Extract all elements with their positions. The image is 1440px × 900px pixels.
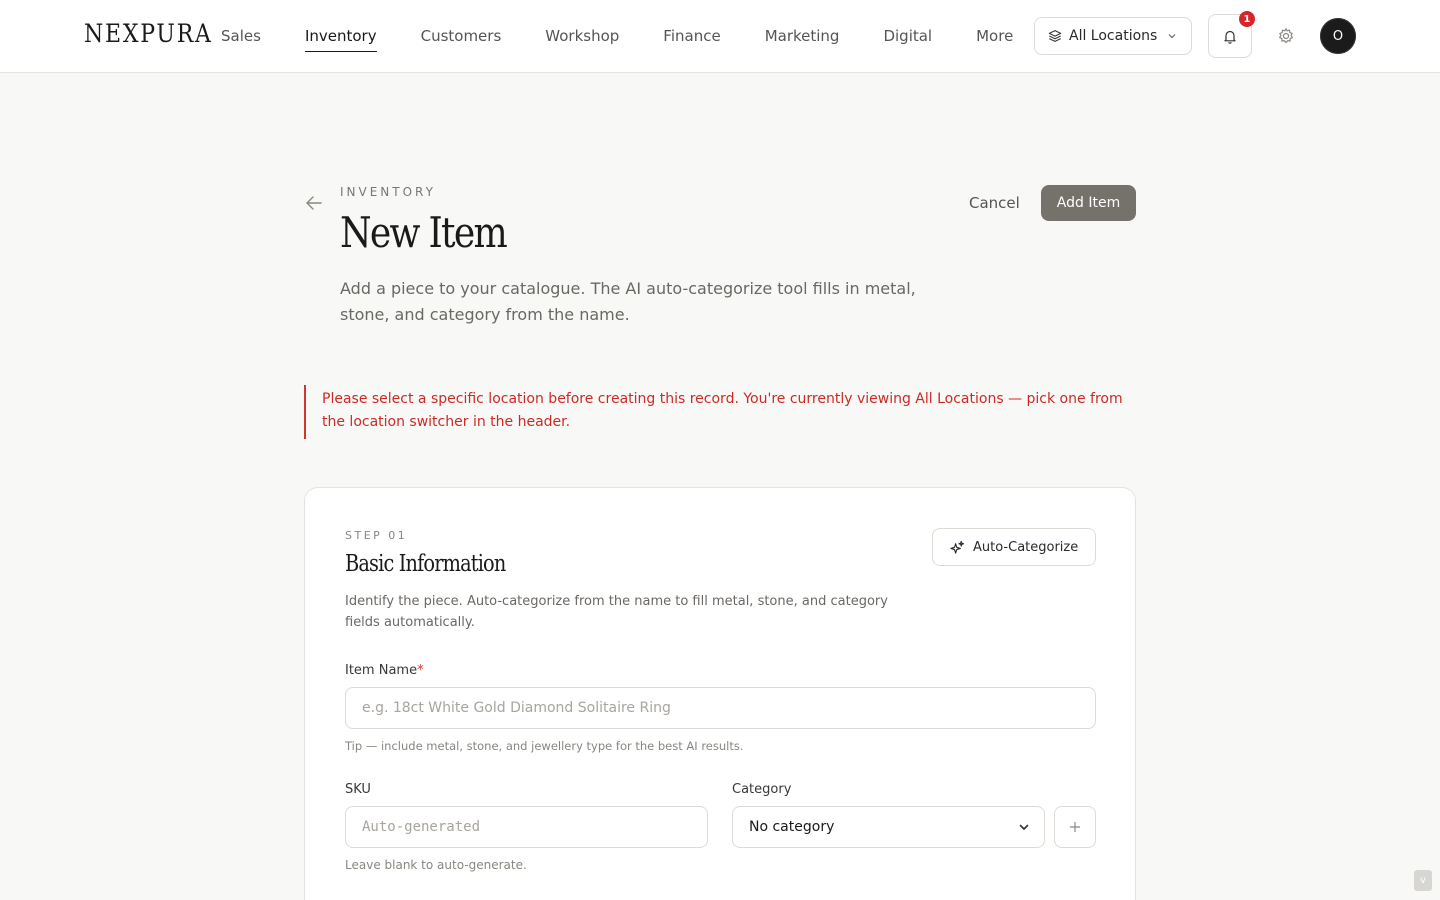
item-name-input[interactable] bbox=[345, 687, 1096, 729]
nav-item-inventory[interactable]: Inventory bbox=[304, 0, 377, 72]
page-description: Add a piece to your catalogue. The AI au… bbox=[340, 279, 916, 324]
section-title: Basic Information bbox=[345, 551, 506, 577]
nav-item-workshop[interactable]: Workshop bbox=[545, 0, 619, 72]
add-item-button[interactable]: Add Item bbox=[1041, 185, 1136, 221]
plus-icon bbox=[1070, 822, 1080, 832]
sku-hint: Leave blank to auto-generate. bbox=[345, 858, 527, 872]
sparkles-icon bbox=[950, 540, 965, 554]
gear-icon bbox=[1278, 27, 1294, 44]
notification-count-badge: 1 bbox=[1239, 11, 1255, 27]
category-label: Category bbox=[732, 782, 792, 797]
back-arrow-icon[interactable] bbox=[304, 194, 324, 212]
required-marker: * bbox=[417, 663, 424, 678]
nav-item-finance[interactable]: Finance bbox=[663, 0, 720, 72]
basic-information-card: STEP 01 Basic Information Identify the p… bbox=[304, 487, 1136, 900]
category-select[interactable]: No category bbox=[732, 806, 1045, 848]
category-selected-value: No category bbox=[749, 819, 835, 835]
item-name-label-text: Item Name bbox=[345, 663, 418, 678]
nav-item-sales[interactable]: Sales bbox=[221, 0, 261, 72]
auto-categorize-button[interactable]: Auto-Categorize bbox=[932, 528, 1096, 566]
section-description: Identify the piece. Auto-categorize from… bbox=[345, 594, 888, 630]
step-label: STEP 01 bbox=[345, 529, 408, 542]
scroll-down-button[interactable]: v bbox=[1414, 870, 1432, 891]
auto-categorize-label: Auto-Categorize bbox=[973, 539, 1079, 555]
layers-icon bbox=[1048, 30, 1062, 42]
item-name-label: Item Name* bbox=[345, 663, 424, 678]
user-avatar[interactable]: O bbox=[1320, 18, 1356, 54]
main-nav: Sales Inventory Customers Workshop Finan… bbox=[221, 0, 1057, 72]
location-warning-alert: Please select a specific location before… bbox=[304, 385, 1136, 439]
chevron-down-icon bbox=[1168, 34, 1176, 39]
app-logo[interactable]: NEXPURA bbox=[84, 19, 213, 48]
sku-input[interactable] bbox=[345, 806, 708, 848]
page-title: New Item bbox=[340, 208, 508, 257]
settings-button[interactable] bbox=[1274, 24, 1298, 48]
nav-item-customers[interactable]: Customers bbox=[421, 0, 502, 72]
sku-label: SKU bbox=[345, 782, 371, 797]
nav-item-more[interactable]: More bbox=[976, 0, 1013, 72]
item-name-hint: Tip — include metal, stone, and jeweller… bbox=[345, 739, 744, 753]
nav-item-digital[interactable]: Digital bbox=[883, 0, 932, 72]
add-category-button[interactable] bbox=[1054, 806, 1096, 848]
breadcrumb: INVENTORY bbox=[340, 185, 436, 199]
nav-item-marketing[interactable]: Marketing bbox=[765, 0, 840, 72]
top-navigation-bar: NEXPURA Sales Inventory Customers Worksh… bbox=[0, 0, 1440, 73]
cancel-button[interactable]: Cancel bbox=[957, 185, 1032, 221]
bell-icon bbox=[1224, 30, 1236, 44]
location-switcher[interactable]: All Locations bbox=[1034, 17, 1192, 55]
location-switcher-label: All Locations bbox=[1069, 28, 1158, 44]
chevron-down-icon bbox=[1019, 824, 1029, 830]
